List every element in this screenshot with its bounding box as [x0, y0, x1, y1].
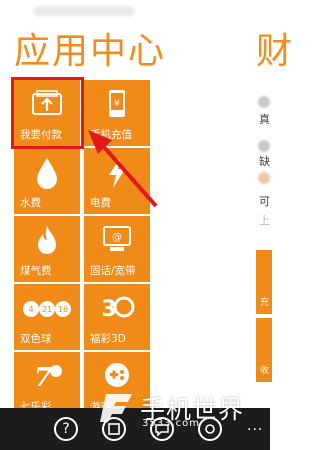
- tile-electric-label: 电费: [90, 197, 111, 209]
- flame-icon: [38, 226, 56, 254]
- peek-row-2: 缺: [259, 155, 270, 168]
- peek-row-1: 真: [259, 113, 270, 126]
- lottery-ball-1: 4: [28, 305, 33, 314]
- tile-fucai3d-label: 福彩3D: [90, 333, 126, 345]
- contact-icon: [108, 423, 120, 435]
- svg-text:¥: ¥: [114, 99, 120, 109]
- chat-icon: [155, 424, 169, 437]
- settings-button[interactable]: [198, 417, 222, 441]
- lottery-ball-3: 16: [58, 305, 68, 314]
- tile-phone-recharge[interactable]: ¥ 手机充值: [84, 80, 150, 146]
- contact-button[interactable]: [102, 417, 126, 441]
- tile-pay[interactable]: 我要付款: [14, 80, 80, 146]
- peek-avatar: [258, 140, 270, 152]
- tile-electric[interactable]: 电费: [84, 148, 150, 214]
- tile-shuangseqiu-label: 双色球: [20, 333, 52, 345]
- qilecai-icon: 7: [34, 363, 62, 392]
- tile-water-label: 水费: [20, 197, 41, 209]
- tile-gas-label: 煤气费: [20, 265, 52, 277]
- tile-phone-recharge-label: 手机充值: [90, 129, 132, 141]
- wallet-upload-icon: [32, 90, 62, 115]
- lottery-balls-icon: 4 21 16: [23, 301, 71, 317]
- next-section-title: 财: [256, 31, 293, 72]
- lottery-3d-icon: 3: [101, 296, 135, 322]
- page-title: 应用中心: [14, 31, 167, 72]
- peek-row-3: 可: [259, 195, 270, 208]
- peek-tile-label: 收: [260, 366, 270, 376]
- phone-recharge-icon: ¥: [109, 90, 125, 117]
- tile-pay-label: 我要付款: [20, 129, 62, 141]
- peek-row-4: 上: [259, 214, 270, 227]
- tile-landline-broadband-label: 固话/宽带: [90, 265, 136, 277]
- tile-landline-broadband[interactable]: @ 固话/宽带: [84, 216, 150, 282]
- tile-water[interactable]: 水费: [14, 148, 80, 214]
- chat-button[interactable]: [150, 417, 174, 441]
- peek-avatar: [258, 96, 270, 108]
- app-bar: ? ...: [0, 408, 270, 450]
- landline-broadband-icon: @: [103, 226, 131, 251]
- peek-tile-label: 充: [260, 298, 270, 308]
- peek-tile-recharge[interactable]: 充: [256, 250, 272, 314]
- blurred-status-text: [34, 6, 134, 16]
- tile-gas[interactable]: 煤气费: [14, 216, 80, 282]
- water-drop-icon: [37, 158, 57, 189]
- peek-tile-receive[interactable]: 收: [256, 318, 272, 382]
- more-button[interactable]: ...: [247, 418, 263, 434]
- svg-text:7: 7: [34, 363, 52, 392]
- tile-shuangseqiu[interactable]: 4 21 16 双色球: [14, 284, 80, 350]
- svg-text:@: @: [112, 232, 122, 243]
- peek-avatar: [258, 172, 270, 184]
- gear-icon: [205, 424, 215, 434]
- lightning-icon: [109, 158, 125, 188]
- gamepad-icon: [105, 363, 129, 387]
- tile-fucai3d[interactable]: 3 福彩3D: [84, 284, 150, 350]
- lottery-ball-2: 21: [42, 305, 52, 314]
- help-button[interactable]: ?: [54, 417, 78, 441]
